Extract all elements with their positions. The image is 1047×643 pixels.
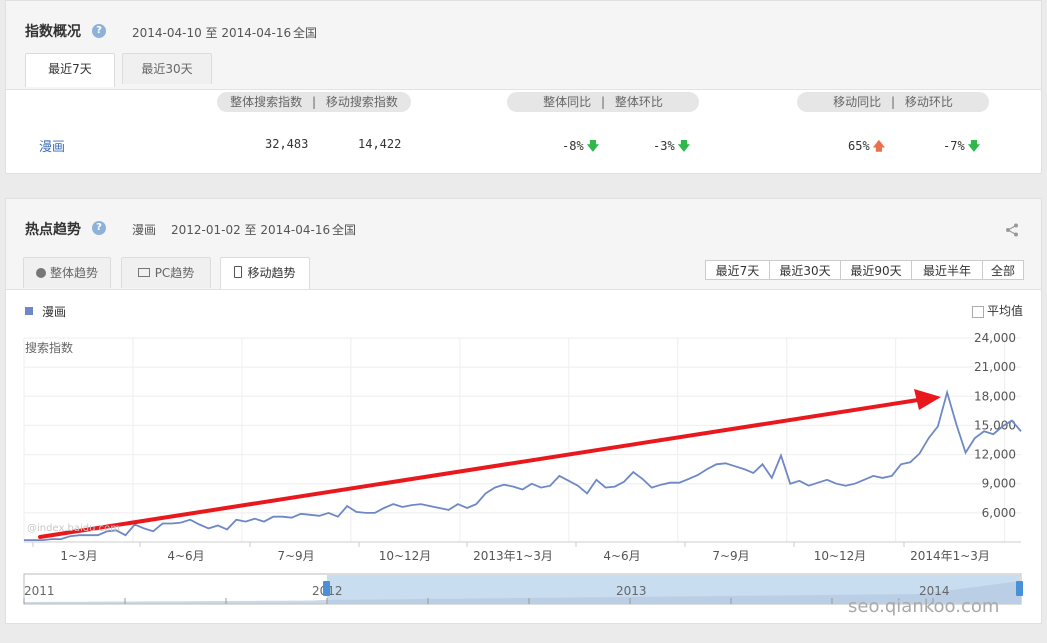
- tab-mobile-trend[interactable]: 移动趋势: [220, 257, 310, 289]
- overview-region: 全国: [293, 26, 318, 40]
- overall-search-value: 32,483: [265, 137, 309, 151]
- help-icon[interactable]: ?: [92, 24, 106, 38]
- range-all[interactable]: 全部: [982, 260, 1024, 280]
- range-last-30-days[interactable]: 最近30天: [769, 260, 841, 280]
- tab-pc-trend[interactable]: PC趋势: [121, 257, 211, 288]
- overall-comparison-header: 整体同比 | 整体环比: [507, 92, 699, 112]
- range-last-half-year[interactable]: 最近半年: [911, 260, 983, 280]
- trend-date-range: 2012-01-02 至 2014-04-16: [171, 223, 331, 237]
- trend-region: 全国: [332, 223, 357, 237]
- arrow-down-icon: 🡇: [586, 139, 600, 153]
- y-axis-label: 搜索指数: [25, 341, 74, 355]
- keyword-link[interactable]: 漫画: [39, 136, 65, 155]
- range-last-90-days[interactable]: 最近90天: [840, 260, 912, 280]
- arrow-down-icon: 🡇: [677, 139, 691, 153]
- overview-date-range: 2014-04-10 至 2014-04-16: [132, 26, 292, 40]
- legend-swatch: [25, 307, 33, 315]
- hot-trend-panel: 热点趋势 ? 漫画 2012-01-02 至 2014-04-16 全国 整体趋…: [5, 198, 1042, 624]
- index-overview-panel: 指数概况 ? 2014-04-10 至 2014-04-16 全国 最近7天 最…: [5, 0, 1042, 174]
- tab-last-30-days[interactable]: 最近30天: [122, 53, 212, 84]
- mobile-mom-value: -7% 🡇: [943, 137, 980, 158]
- mobile-yoy-value: 65% 🡅: [848, 137, 885, 158]
- average-label[interactable]: 平均值: [987, 302, 1023, 319]
- site-watermark: seo.qiankoo.com: [848, 596, 1000, 617]
- arrow-down-icon: 🡇: [967, 139, 981, 153]
- chart-watermark: @index.baidu.com: [27, 523, 121, 534]
- help-icon[interactable]: ?: [92, 221, 106, 235]
- arrow-up-icon: 🡅: [872, 139, 886, 153]
- tab-last-7-days[interactable]: 最近7天: [25, 53, 115, 87]
- trend-title: 热点趋势: [25, 222, 81, 238]
- mobile-comparison-header: 移动同比 | 移动环比: [797, 92, 989, 112]
- overview-title: 指数概况: [25, 24, 81, 40]
- legend-label[interactable]: 漫画: [42, 303, 66, 320]
- tab-overall-trend[interactable]: 整体趋势: [23, 257, 111, 288]
- mobile-search-value: 14,422: [358, 137, 402, 151]
- search-index-header: 整体搜索指数 | 移动搜索指数: [217, 92, 411, 112]
- share-icon[interactable]: [1005, 223, 1019, 237]
- average-checkbox[interactable]: [972, 306, 984, 318]
- range-last-7-days[interactable]: 最近7天: [705, 260, 770, 280]
- monitor-icon: [137, 268, 150, 277]
- overall-mom-value: -3% 🡇: [653, 137, 690, 158]
- overall-yoy-value: -8% 🡇: [562, 137, 599, 158]
- pie-chart-icon: [35, 268, 46, 278]
- trend-keyword: 漫画: [132, 223, 157, 237]
- mobile-phone-icon: [234, 266, 243, 278]
